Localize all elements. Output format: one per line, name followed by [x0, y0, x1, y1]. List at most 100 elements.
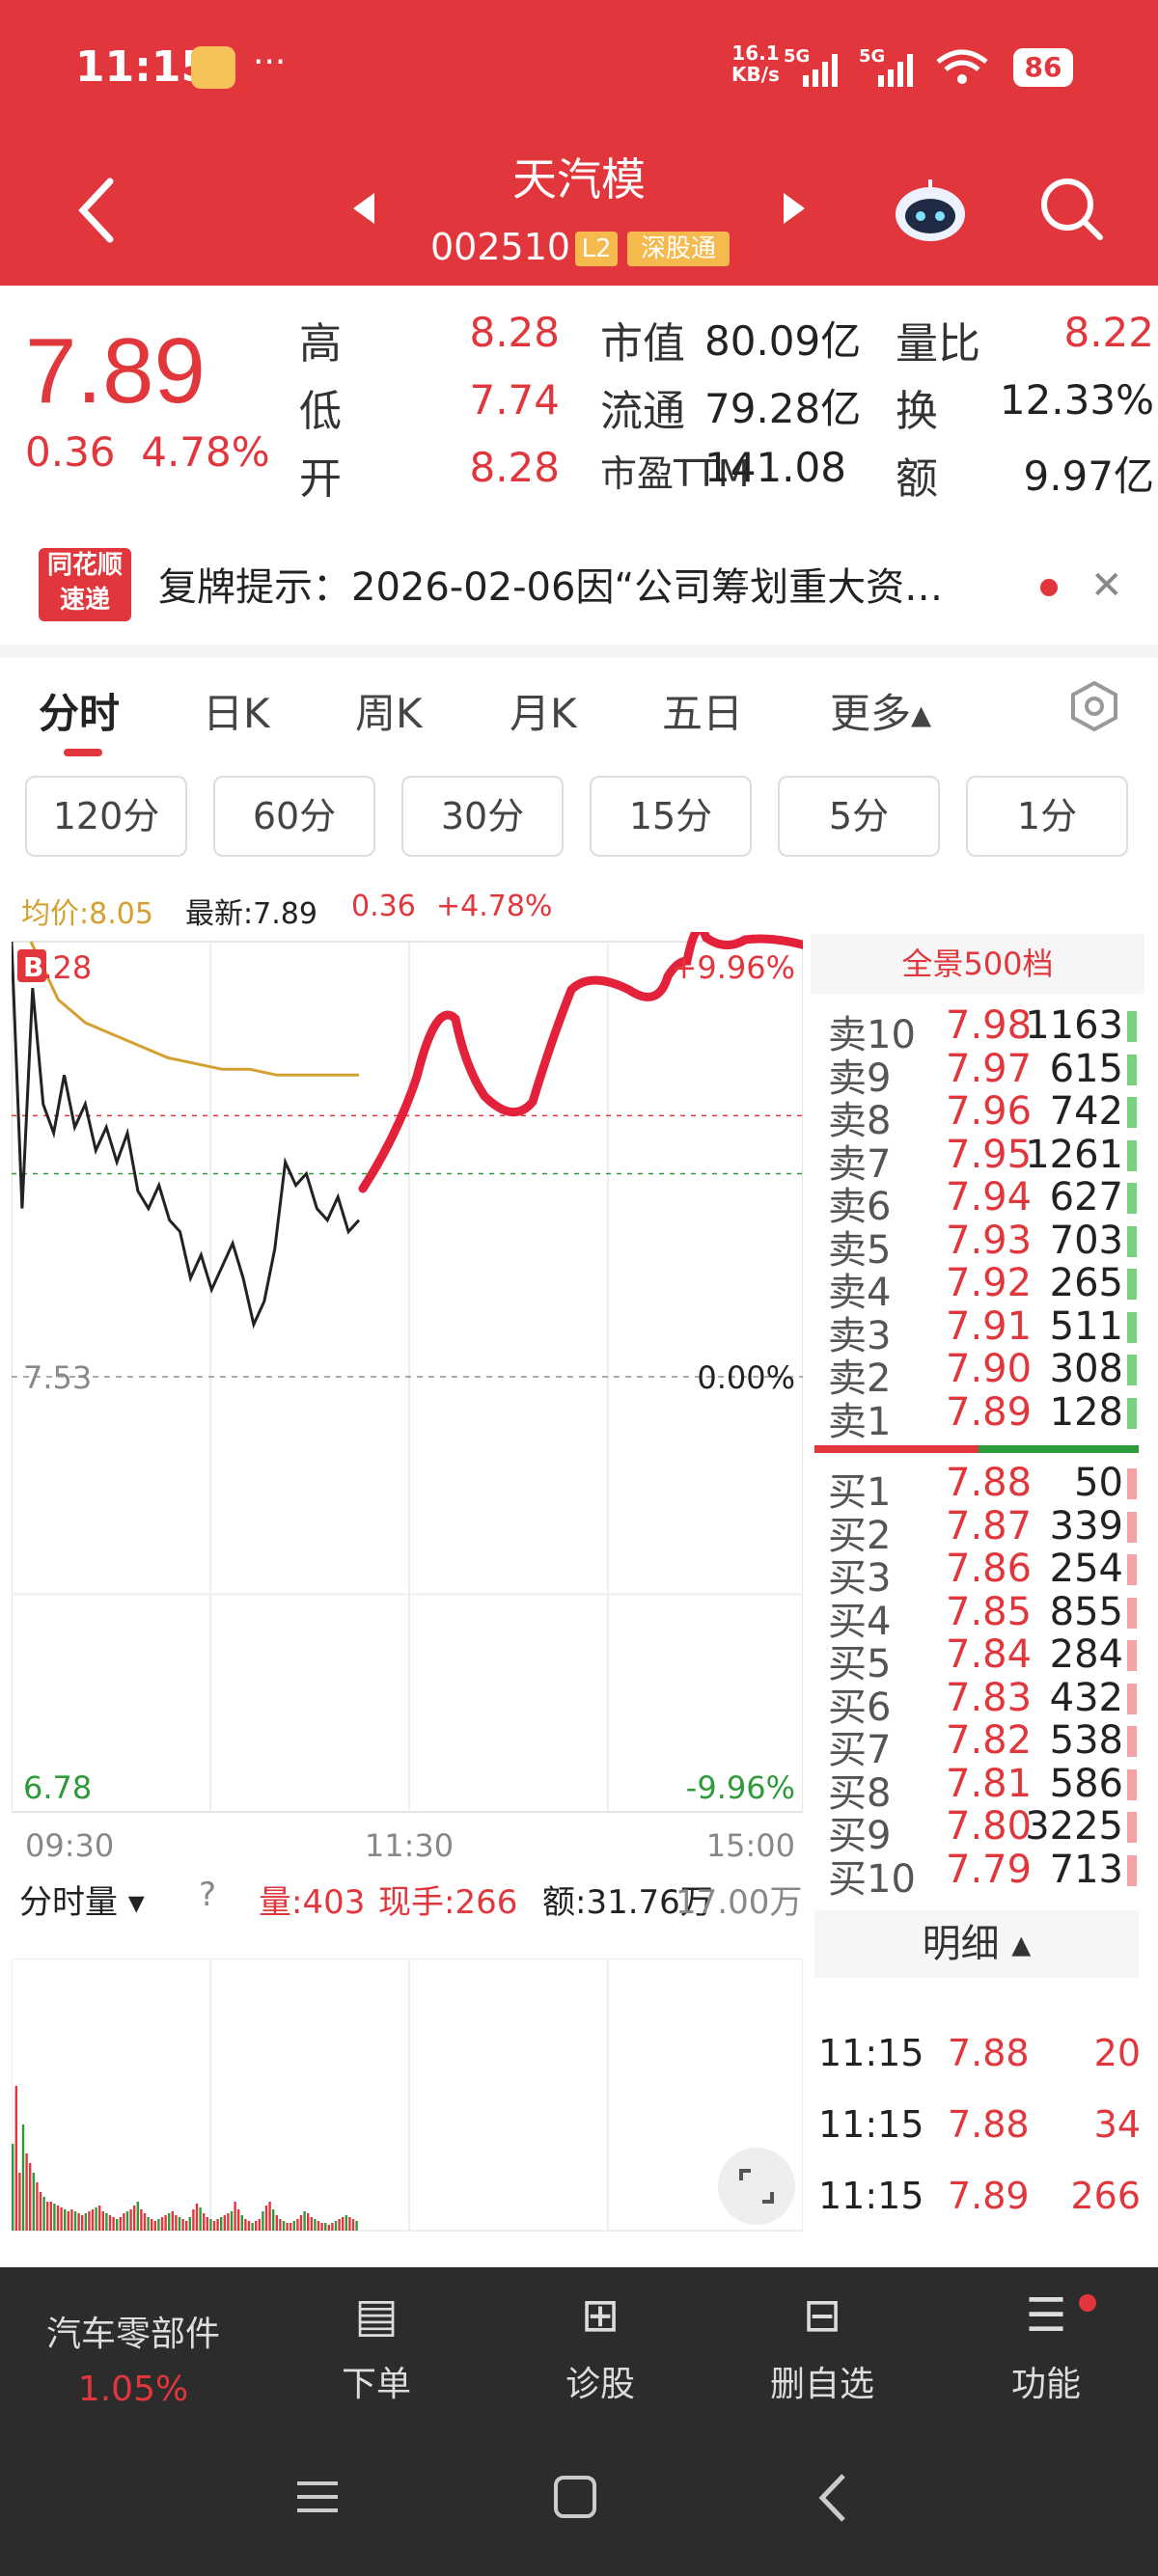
- order-book-row[interactable]: 买6 7.83 432: [828, 1675, 1137, 1730]
- tick-volume: 34: [1093, 2103, 1141, 2146]
- sector-name[interactable]: 汽车零部件: [37, 2306, 230, 2356]
- order-book-row[interactable]: 卖8 7.96 742: [828, 1089, 1137, 1143]
- diagnose-icon[interactable]: ⊞: [504, 2288, 697, 2343]
- order-price: 7.79: [946, 1847, 1033, 1892]
- volume-bar: [95, 2207, 97, 2231]
- order-icon[interactable]: ▤: [280, 2288, 473, 2343]
- order-volume: 432: [1049, 1675, 1123, 1720]
- toolbar-label[interactable]: 删自选: [726, 2356, 919, 2406]
- order-book-row[interactable]: 买1 7.88 50: [828, 1461, 1137, 1515]
- tab-1[interactable]: 日K: [203, 681, 270, 740]
- search-icon[interactable]: [1036, 174, 1106, 243]
- toolbar-label[interactable]: 功能: [950, 2356, 1143, 2406]
- order-book-row[interactable]: 卖6 7.94 627: [828, 1175, 1137, 1229]
- volume-bar: [234, 2202, 236, 2231]
- volume-bar: [351, 2219, 355, 2231]
- back-nav-icon[interactable]: [816, 2472, 849, 2524]
- expand-icon[interactable]: [718, 2148, 795, 2225]
- order-book-row[interactable]: 买8 7.81 586: [828, 1762, 1137, 1816]
- order-book-row[interactable]: 买9 7.80 3225: [828, 1804, 1137, 1858]
- order-book-row[interactable]: 卖3 7.91 511: [828, 1304, 1137, 1358]
- robot-assistant-icon[interactable]: [892, 178, 969, 245]
- order-book-row[interactable]: 买4 7.85 855: [828, 1589, 1137, 1644]
- volume-bar: [230, 2211, 234, 2231]
- order-book-row[interactable]: 卖7 7.95 1261: [828, 1133, 1137, 1187]
- order-book-row[interactable]: 卖1 7.89 128: [828, 1390, 1137, 1444]
- order-volume: 254: [1049, 1547, 1123, 1591]
- settings-icon[interactable]: [1067, 679, 1121, 733]
- volume-bar: [264, 2206, 268, 2231]
- net-speed-value: 16.1: [731, 41, 780, 65]
- notice-text[interactable]: 复牌提示：2026-02-06因“公司筹划重大资…: [158, 556, 943, 612]
- order-book-row[interactable]: 买10 7.79 713: [828, 1847, 1137, 1902]
- order-volume: 3225: [1025, 1804, 1123, 1849]
- volume-bar: [49, 2202, 52, 2231]
- order-book-divider: [814, 1445, 1139, 1453]
- order-book-row[interactable]: 卖5 7.93 703: [828, 1219, 1137, 1273]
- tab-2[interactable]: 周K: [355, 681, 423, 740]
- order-price: 7.83: [946, 1675, 1033, 1720]
- interval-pill[interactable]: 15分: [590, 776, 752, 857]
- order-price: 7.85: [946, 1589, 1033, 1634]
- order-book-row[interactable]: 卖9 7.97 615: [828, 1046, 1137, 1101]
- order-book-row[interactable]: 卖10 7.98 1163: [828, 1003, 1137, 1057]
- back-button[interactable]: [68, 172, 125, 249]
- avg-price-label: 均价:8.05: [21, 897, 153, 931]
- notification-dot: [1079, 2294, 1096, 2312]
- full-500-depth-button[interactable]: 全景500档: [811, 934, 1144, 994]
- interval-pill[interactable]: 5分: [778, 776, 940, 857]
- tab-5[interactable]: 更多▴: [830, 681, 931, 740]
- volume-bar: [64, 2209, 67, 2231]
- tab-0[interactable]: 分时: [39, 681, 120, 740]
- remove-watchlist-icon[interactable]: ⊟: [726, 2288, 919, 2343]
- interval-pill[interactable]: 1分: [966, 776, 1128, 857]
- volume-bar: [292, 2221, 295, 2231]
- volume-bar: [1127, 1355, 1137, 1385]
- volume-bar: [125, 2211, 129, 2231]
- toolbar-label[interactable]: 下单: [280, 2356, 473, 2406]
- tab-4[interactable]: 五日: [662, 681, 743, 740]
- volume-bar: [355, 2221, 358, 2231]
- order-book-row[interactable]: 买2 7.87 339: [828, 1504, 1137, 1558]
- prev-stock-arrow[interactable]: [349, 189, 378, 228]
- volume-bar: [147, 2217, 150, 2231]
- toolbar-label[interactable]: 诊股: [504, 2356, 697, 2406]
- intraday-chart[interactable]: 8.287.536.78+9.96%0.00%-9.96%09:30 11:30 1…: [12, 932, 803, 1877]
- volume-bar: [42, 2197, 45, 2231]
- interval-pill[interactable]: 30分: [401, 776, 564, 857]
- x-axis-end: 15:00: [706, 1827, 795, 1864]
- volume-bar: [105, 2213, 108, 2231]
- order-book-row[interactable]: 卖4 7.92 265: [828, 1261, 1137, 1315]
- volume-bar: [1127, 1597, 1137, 1629]
- volume-selector[interactable]: 分时量 ▾: [19, 1876, 145, 1923]
- change-amount: 0.36: [25, 428, 116, 476]
- close-icon[interactable]: ✕: [1090, 563, 1123, 608]
- net2-label: 5G: [859, 46, 885, 67]
- volume-bar: [192, 2209, 195, 2231]
- order-price: 7.82: [946, 1718, 1033, 1763]
- order-book-row[interactable]: 买7 7.82 538: [828, 1718, 1137, 1772]
- trade-detail-toggle[interactable]: 明细 ▴: [814, 1910, 1139, 1978]
- tab-3[interactable]: 月K: [510, 681, 577, 740]
- order-volume: 538: [1049, 1718, 1123, 1763]
- menu-nav-icon[interactable]: [293, 2476, 342, 2518]
- function-icon[interactable]: ☰: [950, 2288, 1143, 2343]
- sector-change: 1.05%: [77, 2370, 189, 2409]
- help-icon[interactable]: ?: [199, 1876, 216, 1914]
- volume-bar: [1127, 1311, 1137, 1343]
- quote-value: 80.09亿: [704, 317, 862, 365]
- home-nav-icon[interactable]: [552, 2474, 598, 2520]
- order-price: 7.97: [946, 1046, 1033, 1091]
- order-book-row[interactable]: 卖2 7.90 308: [828, 1347, 1137, 1401]
- interval-pill[interactable]: 60分: [213, 776, 375, 857]
- order-book-row[interactable]: 买3 7.86 254: [828, 1547, 1137, 1601]
- quote-label: 流通: [600, 387, 685, 436]
- order-book-row[interactable]: 买5 7.84 284: [828, 1632, 1137, 1686]
- change-percent: 4.78%: [141, 428, 270, 476]
- volume-bar: [334, 2221, 338, 2231]
- volume-bar: [331, 2223, 334, 2231]
- interval-pill[interactable]: 120分: [25, 776, 187, 857]
- volume-bar: [303, 2211, 306, 2231]
- tick-time: 11:15: [818, 2103, 924, 2146]
- next-stock-arrow[interactable]: [780, 189, 809, 228]
